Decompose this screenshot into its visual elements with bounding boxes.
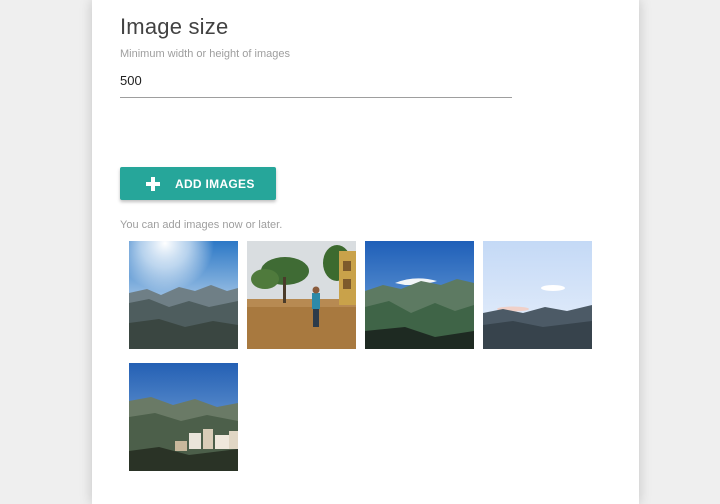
thumbnail-image bbox=[365, 241, 474, 349]
image-thumbnail[interactable] bbox=[247, 241, 356, 349]
thumbnail-image bbox=[483, 241, 592, 349]
thumbnail-image bbox=[129, 241, 238, 349]
section-title: Image size bbox=[120, 14, 229, 39]
image-size-hint: Minimum width or height of images bbox=[120, 48, 290, 60]
add-images-button[interactable]: ADD IMAGES bbox=[120, 167, 276, 200]
thumbnail-image bbox=[129, 363, 238, 471]
add-images-label: ADD IMAGES bbox=[175, 176, 255, 191]
image-thumbnail[interactable] bbox=[129, 363, 238, 471]
image-thumbnail[interactable] bbox=[129, 241, 238, 349]
image-size-input[interactable] bbox=[120, 64, 512, 98]
image-thumbnail[interactable] bbox=[483, 241, 592, 349]
image-settings-card: Image size Minimum width or height of im… bbox=[92, 0, 639, 504]
thumbnail-image bbox=[247, 241, 356, 349]
plus-icon bbox=[146, 176, 160, 191]
add-images-note: You can add images now or later. bbox=[120, 219, 283, 231]
image-thumbnail[interactable] bbox=[365, 241, 474, 349]
